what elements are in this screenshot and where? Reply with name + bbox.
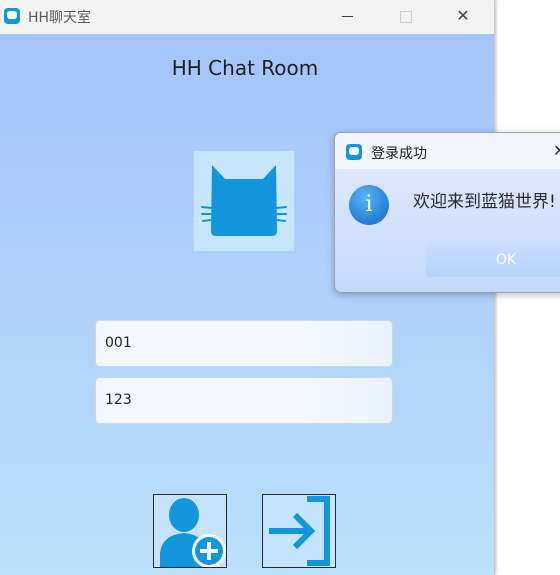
dialog-title: 登录成功 xyxy=(371,146,427,162)
info-icon: i xyxy=(349,185,389,225)
chat-bubble-icon xyxy=(4,8,20,24)
minimize-button[interactable] xyxy=(324,0,370,34)
dialog-title-bar[interactable]: 登录成功 ✕ xyxy=(335,133,560,169)
page-title: HH Chat Room xyxy=(171,56,319,80)
close-button[interactable]: ✕ xyxy=(440,0,486,34)
cat-icon xyxy=(201,165,287,236)
add-user-icon xyxy=(160,498,226,568)
register-button[interactable] xyxy=(153,494,227,568)
login-button[interactable] xyxy=(262,494,336,568)
minimize-icon xyxy=(342,16,353,17)
maximize-button[interactable] xyxy=(382,0,428,34)
maximize-icon xyxy=(400,11,412,23)
login-arrow-icon xyxy=(269,496,330,566)
username-field[interactable]: 001 xyxy=(95,320,393,367)
avatar xyxy=(194,151,294,251)
close-icon: ✕ xyxy=(456,6,470,25)
login-success-dialog: 登录成功 ✕ i 欢迎来到蓝猫世界! OK xyxy=(334,132,560,293)
dialog-message: 欢迎来到蓝猫世界! xyxy=(413,192,556,212)
dialog-close-icon[interactable]: ✕ xyxy=(553,141,560,160)
chat-bubble-icon xyxy=(346,144,362,160)
password-field[interactable]: 123 xyxy=(95,377,393,424)
title-bar[interactable]: HH聊天室 ✕ xyxy=(0,0,494,34)
window-title: HH聊天室 xyxy=(28,10,92,26)
ok-button[interactable]: OK xyxy=(426,243,560,277)
